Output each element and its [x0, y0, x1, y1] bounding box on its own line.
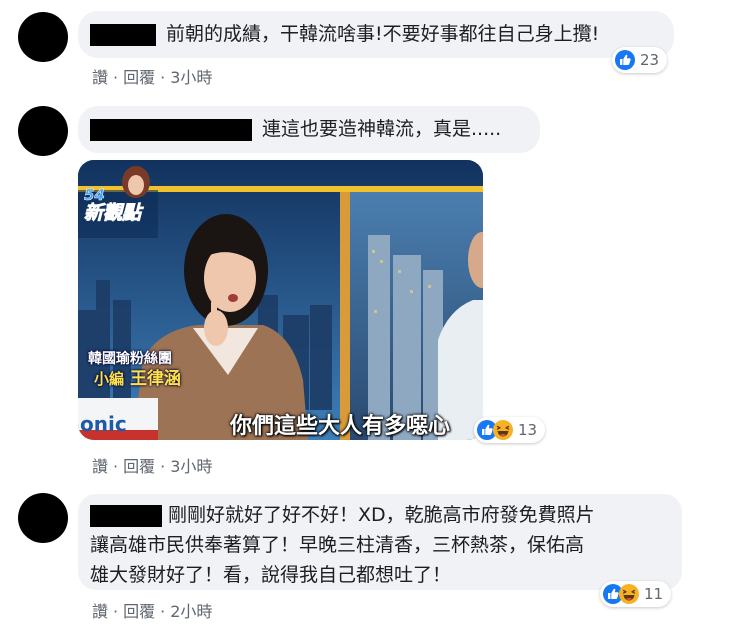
- reply-link[interactable]: 回覆: [123, 457, 155, 476]
- like-icon: [615, 50, 635, 70]
- like-link[interactable]: 讚: [92, 602, 108, 621]
- redacted-username[interactable]: [90, 118, 252, 141]
- comment-text: 連這也要造神韓流，真是.....: [262, 118, 502, 140]
- comment-actions: 讚 · 回覆 · 3小時: [92, 68, 213, 87]
- avatar[interactable]: [18, 106, 68, 156]
- avatar[interactable]: [18, 12, 68, 62]
- avatar[interactable]: [18, 493, 68, 543]
- redacted-username[interactable]: [90, 504, 162, 527]
- comment-text-line: 雄大發財好了！看，說得我自己都想吐了！: [90, 564, 452, 586]
- comment-text-row: 前朝的成績，干韓流啥事!不要好事都往自己身上攬!: [90, 23, 600, 46]
- video-subtitle: 你們這些大人有多噁心: [230, 414, 451, 439]
- reply-link[interactable]: 回覆: [123, 68, 155, 87]
- reaction-summary[interactable]: 11: [600, 581, 672, 607]
- reply-link[interactable]: 回覆: [123, 602, 155, 621]
- reaction-count: 11: [644, 585, 664, 603]
- caption-role: 小編: [94, 370, 125, 388]
- laugh-icon: [619, 584, 639, 604]
- comment-actions: 讚 · 回覆 · 2小時: [92, 602, 213, 621]
- reaction-summary[interactable]: 13: [474, 417, 546, 443]
- like-link[interactable]: 讚: [92, 457, 108, 476]
- comment-text: 前朝的成績，干韓流啥事!不要好事都往自己身上攬!: [166, 23, 600, 45]
- like-link[interactable]: 讚: [92, 68, 108, 87]
- comment-text-line: 剛剛好就好了好不好！XD，乾脆高市府發免費照片: [90, 500, 670, 530]
- reaction-summary[interactable]: 23: [612, 47, 668, 73]
- timestamp[interactable]: 3小時: [170, 457, 212, 476]
- comment-text-row: 連這也要造神韓流，真是.....: [90, 118, 502, 141]
- comment-text-line: 讓高雄市民供奉著算了！早晚三柱清香，三杯熱茶，保佑高: [90, 534, 585, 556]
- name-caption: 韓國瑜粉絲團 小編 王律涵: [88, 350, 181, 390]
- reaction-count: 13: [518, 421, 538, 439]
- video-attachment[interactable]: 54 新觀點 韓國瑜粉絲團 小編 王律涵 onic 你們這些大人有多噁心: [78, 160, 483, 440]
- laugh-icon: [493, 420, 513, 440]
- logo-text: 新觀點: [84, 202, 142, 224]
- comment-text: 剛剛好就好了好不好！XD，乾脆高市府發免費照片: [168, 504, 595, 526]
- reaction-count: 23: [640, 51, 660, 69]
- video-logo: 54 新觀點: [84, 186, 142, 224]
- logo-prefix: 54: [84, 186, 105, 204]
- comment-actions: 讚 · 回覆 · 3小時: [92, 457, 213, 476]
- video-brand: onic: [80, 412, 127, 436]
- caption-name: 王律涵: [129, 369, 181, 389]
- timestamp[interactable]: 3小時: [170, 68, 212, 87]
- redacted-username[interactable]: [90, 23, 156, 46]
- caption-title: 韓國瑜粉絲團: [88, 351, 172, 367]
- comment-bubble: 連這也要造神韓流，真是.....: [78, 106, 540, 153]
- comment-bubble: 前朝的成績，干韓流啥事!不要好事都往自己身上攬!: [78, 11, 674, 58]
- comment-bubble: 剛剛好就好了好不好！XD，乾脆高市府發免費照片 讓高雄市民供奉著算了！早晚三柱清…: [78, 494, 682, 590]
- timestamp[interactable]: 2小時: [170, 602, 212, 621]
